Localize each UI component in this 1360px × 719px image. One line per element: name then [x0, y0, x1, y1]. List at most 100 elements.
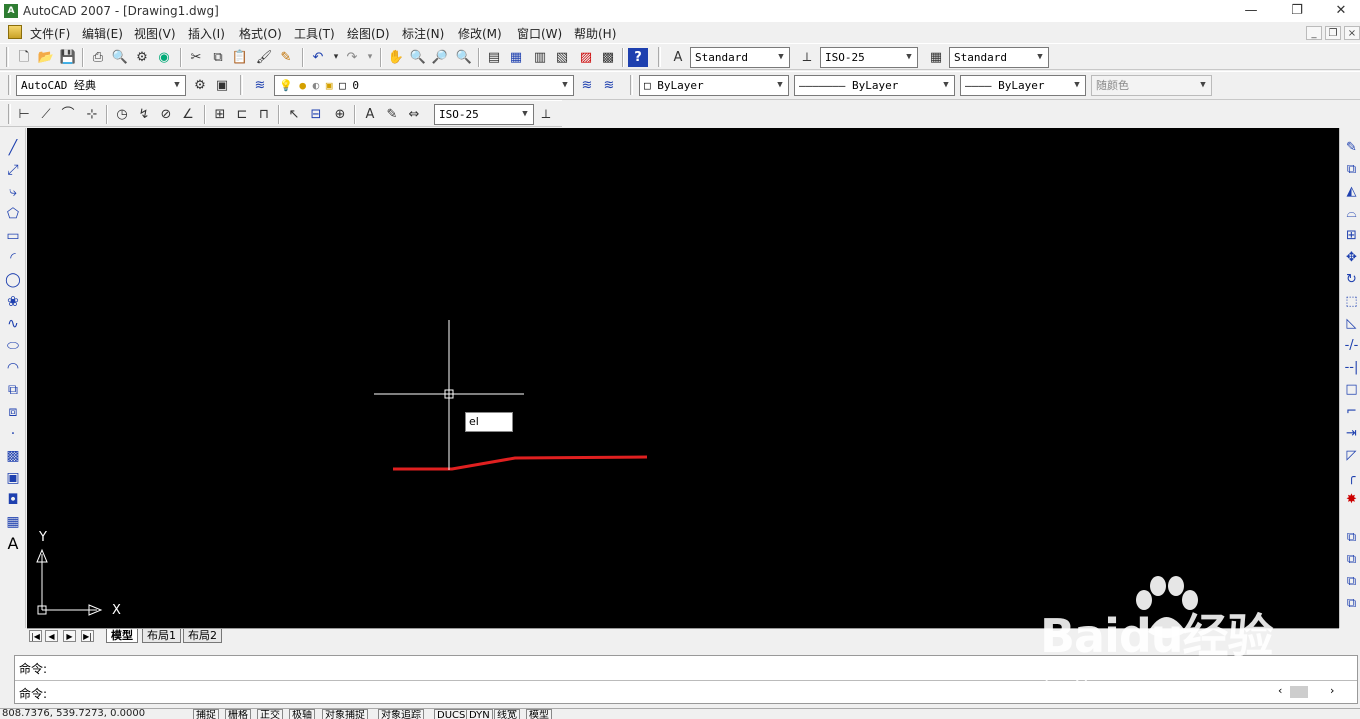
mdi-restore-button[interactable]: ❐ — [1325, 26, 1341, 40]
copy-object-icon[interactable]: ⧉ — [1342, 160, 1360, 180]
layer-manager-icon[interactable]: ≋ — [250, 76, 270, 95]
toolbar-grip[interactable] — [8, 104, 11, 124]
polar-toggle[interactable]: 极轴 — [289, 709, 315, 719]
spline-icon[interactable]: ∿ — [3, 314, 23, 334]
cut-icon[interactable]: ✂ — [186, 48, 206, 67]
menu-insert[interactable]: 插入(I) — [188, 25, 225, 42]
save-workspace-icon[interactable]: ▣ — [212, 76, 232, 95]
arc-length-icon[interactable]: ⌒ — [58, 105, 78, 124]
toolbar-grip[interactable] — [6, 47, 9, 67]
undo-icon[interactable]: ↶ — [308, 48, 328, 67]
make-block-icon[interactable]: ⧈ — [3, 402, 23, 422]
break-at-point-icon[interactable]: □ — [1342, 380, 1360, 400]
pan-icon[interactable]: ✋ — [386, 48, 406, 67]
lock-icon[interactable]: ◐ — [313, 79, 320, 92]
otrack-toggle[interactable]: 对象追踪 — [378, 709, 424, 719]
zoom-previous-icon[interactable]: 🔍 — [454, 48, 474, 67]
osnap-toggle[interactable]: 对象捕捉 — [322, 709, 368, 719]
menu-modify[interactable]: 修改(M) — [458, 25, 502, 42]
hatch-icon[interactable]: ▩ — [3, 446, 23, 466]
color-select[interactable]: □ ByLayer ▼ — [639, 75, 789, 96]
multiline-text-icon[interactable]: A — [3, 534, 23, 554]
publish-icon[interactable]: ⚙ — [132, 48, 152, 67]
grid-toggle[interactable]: 栅格 — [225, 709, 251, 719]
prev-tab-icon[interactable]: ◀ — [45, 630, 58, 642]
polygon-icon[interactable]: ⬠ — [3, 204, 23, 224]
paste-icon[interactable]: 📋 — [230, 48, 250, 67]
text-style-select[interactable]: Standard ▼ — [690, 47, 790, 68]
continue-dim-icon[interactable]: ⊓ — [254, 105, 274, 124]
mdi-close-button[interactable]: × — [1344, 26, 1360, 40]
last-tab-icon[interactable]: ▶| — [81, 630, 94, 642]
workspace-settings-icon[interactable]: ⚙ — [190, 76, 210, 95]
menu-dimension[interactable]: 标注(N) — [402, 25, 444, 42]
angular-dim-icon[interactable]: ∠ — [178, 105, 198, 124]
extend-icon[interactable]: --| — [1342, 358, 1360, 378]
linetype-select[interactable]: ——————— ByLayer ▼ — [794, 75, 955, 96]
draw-order-back-icon[interactable]: ⧉ — [1342, 550, 1360, 570]
3d-dwf-icon[interactable]: ◉ — [154, 48, 174, 67]
save-icon[interactable]: 💾 — [58, 48, 78, 67]
center-mark-icon[interactable]: ⊕ — [330, 105, 350, 124]
snap-toggle[interactable]: 捕捉 — [193, 709, 219, 719]
tolerance-icon[interactable]: ⊟ — [306, 105, 326, 124]
tab-layout1[interactable]: 布局1 — [142, 629, 181, 643]
move-icon[interactable]: ✥ — [1342, 248, 1360, 268]
design-center-icon[interactable]: ▦ — [506, 48, 526, 67]
drawing-canvas[interactable]: el X Y — [27, 128, 1339, 628]
toolbar-grip[interactable] — [240, 75, 243, 95]
plot-icon[interactable]: ⎙ — [88, 48, 108, 67]
dim-style-manager-icon[interactable]: ⟂ — [536, 105, 556, 124]
menu-view[interactable]: 视图(V) — [134, 25, 176, 42]
join-icon[interactable]: ⇥ — [1342, 424, 1360, 444]
menu-help[interactable]: 帮助(H) — [574, 25, 616, 42]
stretch-icon[interactable]: ◺ — [1342, 314, 1360, 334]
block-editor-icon[interactable]: ✎ — [276, 48, 296, 67]
dim-style-icon[interactable]: ⟂ — [797, 48, 817, 67]
explode-icon[interactable]: ✸ — [1342, 490, 1360, 510]
dyn-toggle[interactable]: DYN — [466, 709, 493, 719]
lineweight-select[interactable]: ———— ByLayer ▼ — [960, 75, 1086, 96]
model-toggle[interactable]: 模型 — [526, 709, 552, 719]
command-prompt[interactable]: 命令: — [19, 685, 47, 702]
table-icon[interactable]: ▦ — [3, 512, 23, 532]
table-style-select[interactable]: Standard ▼ — [949, 47, 1049, 68]
menu-edit[interactable]: 编辑(E) — [82, 25, 123, 42]
open-icon[interactable]: 📂 — [36, 48, 56, 67]
next-tab-icon[interactable]: ▶ — [63, 630, 76, 642]
erase-icon[interactable]: ✎ — [1342, 138, 1360, 158]
plot-preview-icon[interactable]: 🔍 — [110, 48, 130, 67]
region-icon[interactable]: ◘ — [3, 490, 23, 510]
linear-dim-icon[interactable]: ⊢ — [14, 105, 34, 124]
chamfer-icon[interactable]: ◸ — [1342, 446, 1360, 466]
insert-block-icon[interactable]: ⧉ — [3, 380, 23, 400]
close-button[interactable]: ✕ — [1318, 0, 1360, 22]
rotate-icon[interactable]: ↻ — [1342, 270, 1360, 290]
match-properties-icon[interactable]: 🖌 — [254, 48, 274, 67]
point-icon[interactable]: · — [3, 424, 23, 444]
zoom-window-icon[interactable]: 🔎 — [430, 48, 450, 67]
offset-icon[interactable]: ⌓ — [1342, 204, 1360, 224]
diameter-dim-icon[interactable]: ⊘ — [156, 105, 176, 124]
lightbulb-icon[interactable]: 💡 — [279, 79, 293, 92]
fillet-icon[interactable]: ╭ — [1342, 468, 1360, 488]
draw-order-above-icon[interactable]: ⧉ — [1342, 572, 1360, 592]
circle-icon[interactable]: ◯ — [3, 270, 23, 290]
aligned-dim-icon[interactable]: ⟋ — [36, 105, 56, 124]
scale-icon[interactable]: ⬚ — [1342, 292, 1360, 312]
minimize-button[interactable]: — — [1228, 0, 1274, 22]
autocad-app-icon[interactable]: A — [4, 4, 18, 18]
plot-layer-icon[interactable]: ▣ — [326, 79, 333, 92]
table-style-icon[interactable]: ▦ — [926, 48, 946, 67]
sun-icon[interactable]: ● — [299, 79, 306, 92]
make-layer-current-icon[interactable]: ≋ — [577, 76, 597, 95]
baseline-dim-icon[interactable]: ⊏ — [232, 105, 252, 124]
menu-draw[interactable]: 绘图(D) — [347, 25, 390, 42]
arc-icon[interactable]: ◜ — [3, 248, 23, 268]
redo-dropdown-icon[interactable]: ▾ — [360, 48, 380, 67]
break-icon[interactable]: ⌐ — [1342, 402, 1360, 422]
quick-dim-icon[interactable]: ⊞ — [210, 105, 230, 124]
redo-icon[interactable]: ↷ — [342, 48, 362, 67]
draw-order-front-icon[interactable]: ⧉ — [1342, 528, 1360, 548]
tool-palettes-icon[interactable]: ▥ — [530, 48, 550, 67]
